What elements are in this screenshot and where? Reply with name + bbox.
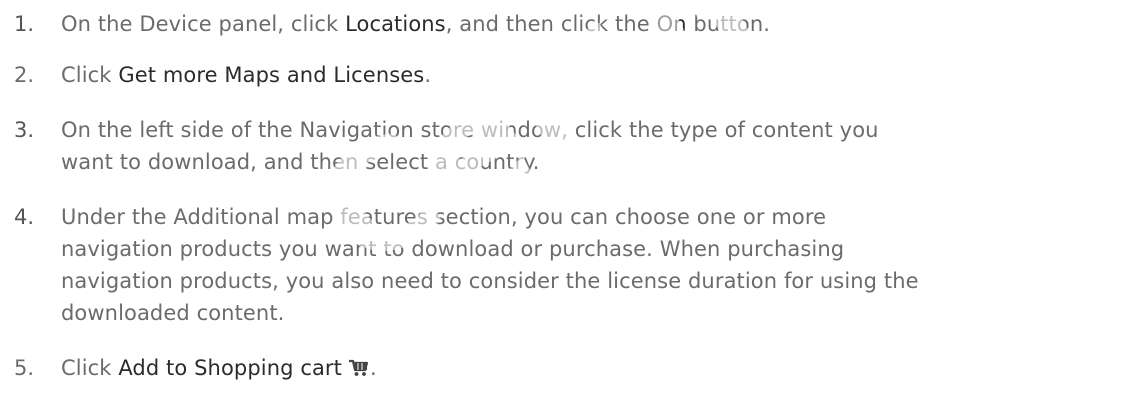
add-to-cart-label: Add to Shopping cart — [118, 356, 342, 380]
step-4-line-2: navigation products you want to download… — [61, 237, 845, 261]
step-4-line-3: navigation products, you also need to co… — [61, 269, 919, 293]
instruction-steps: 1. On the Device panel, click Locations,… — [0, 0, 1126, 395]
step-3-line-1: On the left side of the Navigation store… — [61, 118, 879, 142]
step-1-text: On the Device panel, click Locations, an… — [61, 12, 771, 36]
step-4-line-4: downloaded content. — [61, 301, 285, 325]
step-1-number: 1. — [14, 12, 35, 36]
step-2-number: 2. — [14, 63, 35, 87]
get-more-maps-label: Get more Maps and Licenses — [118, 63, 425, 87]
step-5-number: 5. — [14, 356, 35, 380]
locations-label: Locations — [345, 12, 446, 36]
step-5-text: Click Add to Shopping cart . — [61, 356, 377, 380]
step-4-number: 4. — [14, 205, 35, 229]
step-4-line-1: Under the Additional map features sectio… — [61, 205, 827, 229]
step-2-text: Click Get more Maps and Licenses. — [61, 63, 432, 87]
step-3-number: 3. — [14, 118, 35, 142]
step-3-line-2: want to download, and then select a coun… — [61, 150, 540, 174]
on-button-label: On — [656, 12, 687, 36]
shopping-cart-icon — [349, 359, 369, 376]
